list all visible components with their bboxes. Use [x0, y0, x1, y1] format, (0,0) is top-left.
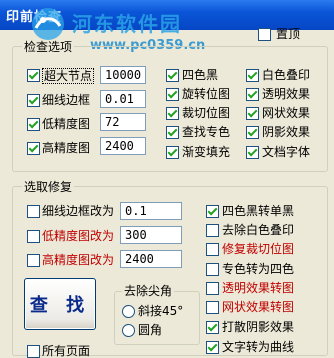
fix-cropped-bitmap-label: 修复裁切位图: [222, 242, 295, 256]
fix-text-to-curves-checkbox[interactable]: [206, 341, 219, 354]
fix-thin-border-field[interactable]: 0.1: [120, 202, 182, 220]
watermark-name: 河东软件园: [72, 12, 182, 36]
check-rotated-bitmap-checkbox[interactable]: [166, 88, 179, 101]
check-spot-color-label: 查找专色: [182, 125, 231, 139]
check-transparency-label: 透明效果: [262, 87, 311, 101]
check-document-fonts-label: 文档字体: [262, 145, 311, 159]
watermark-logo-icon: [32, 8, 64, 40]
fix-remove-white-overprint-checkbox[interactable]: [206, 224, 219, 237]
check-low-res-checkbox[interactable]: [27, 118, 40, 131]
thin-border-field[interactable]: 0.01: [100, 90, 146, 108]
pin-label: 置顶: [276, 27, 301, 41]
check-white-overprint-checkbox[interactable]: [246, 69, 259, 82]
check-mesh-effect-checkbox[interactable]: [246, 107, 259, 120]
check-thin-border-checkbox[interactable]: [27, 94, 40, 107]
fix-shadow-effect-label: 打散阴影效果: [222, 320, 295, 334]
fix-options-title: 选取修复: [22, 180, 75, 194]
fix-remove-white-overprint-label: 去除白色叠印: [222, 223, 295, 237]
fix-low-res-label: 低精度图改为: [42, 229, 115, 243]
check-options-title: 检查选项: [22, 40, 75, 54]
check-large-nodes-label: 超大节点: [42, 68, 95, 84]
check-rotated-bitmap-label: 旋转位图: [182, 87, 231, 101]
fix-spot-to-cmyk-label: 专色转为四色: [222, 262, 295, 276]
check-document-fonts-checkbox[interactable]: [246, 146, 259, 159]
fix-mesh-effect-label: 网状效果转图: [222, 300, 295, 314]
fix-high-res-field[interactable]: 2400: [120, 250, 182, 268]
fix-mesh-effect-checkbox[interactable]: [206, 301, 219, 314]
check-shadow-effect-checkbox[interactable]: [246, 126, 259, 139]
check-thin-border-label: 细线边框: [42, 93, 91, 107]
fix-high-res-checkbox[interactable]: [27, 254, 40, 267]
high-res-field[interactable]: 2400: [100, 137, 146, 155]
check-shadow-effect-label: 阴影效果: [262, 125, 311, 139]
check-spot-color-checkbox[interactable]: [166, 126, 179, 139]
fix-black-to-single-label: 四色黑转单黑: [222, 204, 295, 218]
fix-transparency-label: 透明效果转图: [222, 281, 295, 295]
all-pages-checkbox[interactable]: [27, 345, 40, 358]
check-large-nodes-checkbox[interactable]: [27, 69, 40, 82]
check-high-res-checkbox[interactable]: [27, 142, 40, 155]
check-four-color-black-label: 四色黑: [182, 68, 219, 82]
fix-text-to-curves-label: 文字转为曲线: [222, 340, 295, 354]
find-button[interactable]: 查 找: [24, 278, 96, 330]
round-corner-radio[interactable]: [122, 324, 135, 337]
fix-spot-to-cmyk-checkbox[interactable]: [206, 263, 219, 276]
check-gradient-fill-label: 渐变填充: [182, 145, 231, 159]
miter-45-radio[interactable]: [122, 305, 135, 318]
check-mesh-effect-label: 网状效果: [262, 106, 311, 120]
check-low-res-label: 低精度图: [42, 117, 91, 131]
fix-high-res-label: 高精度图改为: [42, 253, 115, 267]
fix-low-res-checkbox[interactable]: [27, 230, 40, 243]
check-four-color-black-checkbox[interactable]: [166, 69, 179, 82]
check-gradient-fill-checkbox[interactable]: [166, 146, 179, 159]
check-white-overprint-label: 白色叠印: [262, 68, 311, 82]
corner-removal-title: 去除尖角: [122, 284, 175, 298]
check-transparency-checkbox[interactable]: [246, 88, 259, 101]
low-res-field[interactable]: 72: [100, 113, 146, 131]
fix-transparency-checkbox[interactable]: [206, 282, 219, 295]
miter-45-label: 斜接45°: [138, 304, 184, 318]
pin-checkbox[interactable]: [258, 28, 271, 41]
fix-cropped-bitmap-checkbox[interactable]: [206, 243, 219, 256]
round-corner-label: 圆角: [138, 323, 163, 337]
fix-thin-border-label: 细线边框改为: [42, 204, 115, 218]
large-nodes-field[interactable]: 10000: [100, 66, 146, 84]
fix-black-to-single-checkbox[interactable]: [206, 205, 219, 218]
fix-thin-border-checkbox[interactable]: [27, 205, 40, 218]
fix-shadow-effect-checkbox[interactable]: [206, 321, 219, 334]
check-cropped-bitmap-checkbox[interactable]: [166, 107, 179, 120]
check-cropped-bitmap-label: 裁切位图: [182, 106, 231, 120]
check-high-res-label: 高精度图: [42, 141, 91, 155]
fix-low-res-field[interactable]: 300: [120, 226, 182, 244]
